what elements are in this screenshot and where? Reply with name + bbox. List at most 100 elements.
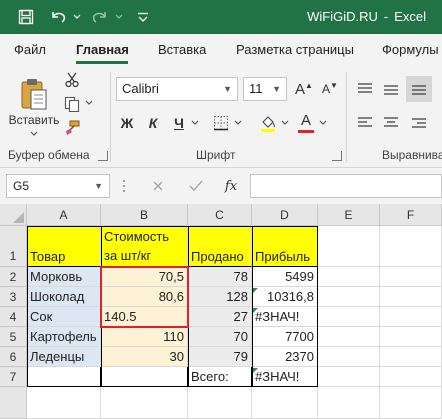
cell-b7[interactable] xyxy=(101,367,188,387)
cell-f4[interactable] xyxy=(380,307,442,327)
align-left-icon[interactable] xyxy=(354,112,376,134)
cell-b5[interactable]: 110 xyxy=(101,327,188,347)
cell-b3[interactable]: 80,6 xyxy=(101,287,188,307)
cell-f5[interactable] xyxy=(380,327,442,347)
align-right-icon[interactable] xyxy=(406,112,432,136)
cell-d1[interactable]: Прибыль xyxy=(252,226,318,267)
font-color-button[interactable]: A xyxy=(295,110,317,136)
cell-e3[interactable] xyxy=(318,287,380,307)
align-top-icon[interactable] xyxy=(354,78,376,100)
cell-c1[interactable]: Продано xyxy=(188,226,252,267)
fill-color-dropdown-icon[interactable] xyxy=(280,118,290,128)
fill-color-icon[interactable] xyxy=(257,112,279,134)
column-header-f[interactable]: F xyxy=(380,204,442,226)
cell-c3[interactable]: 128 xyxy=(188,287,252,307)
redo-dropdown-icon[interactable] xyxy=(113,0,125,34)
error-indicator-icon[interactable] xyxy=(253,308,258,313)
underline-dropdown-icon[interactable] xyxy=(190,118,200,128)
cell-e2[interactable] xyxy=(318,267,380,287)
cell-f8[interactable] xyxy=(380,387,442,419)
cell-b4[interactable]: 140.5 xyxy=(101,307,188,327)
cell-a2[interactable]: Морковь xyxy=(27,267,101,287)
cell-c6[interactable]: 79 xyxy=(188,347,252,367)
undo-icon[interactable] xyxy=(46,0,70,34)
cell-d2[interactable]: 5499 xyxy=(252,267,318,287)
cell-a4[interactable]: Сок xyxy=(27,307,101,327)
cell-b2[interactable]: 70,5 xyxy=(101,267,188,287)
error-indicator-icon[interactable] xyxy=(253,368,258,373)
cell-d3[interactable]: 10316,8 xyxy=(252,287,318,307)
formula-bar-grip-icon[interactable] xyxy=(122,178,126,194)
bold-button[interactable]: Ж xyxy=(116,112,138,134)
italic-button[interactable]: К xyxy=(142,112,164,134)
tab-insert[interactable]: Вставка xyxy=(158,42,206,57)
column-header-c[interactable]: C xyxy=(188,204,252,226)
row-header-1[interactable]: 1 xyxy=(0,226,27,267)
cell-c7[interactable]: Всего: xyxy=(188,367,252,387)
select-all-corner[interactable] xyxy=(0,204,27,226)
cell-e7[interactable] xyxy=(318,367,380,387)
undo-dropdown-icon[interactable] xyxy=(71,0,83,34)
tab-page-layout[interactable]: Разметка страницы xyxy=(236,42,354,57)
borders-icon[interactable] xyxy=(210,112,232,134)
confirm-entry-icon[interactable] xyxy=(186,176,206,196)
name-box[interactable]: G5 ▼ xyxy=(6,174,110,198)
redo-icon[interactable] xyxy=(88,0,112,34)
save-icon[interactable] xyxy=(14,0,38,34)
cell-d4[interactable]: #ЗНАЧ! xyxy=(252,307,318,327)
decrease-font-button[interactable]: A ▼ xyxy=(319,77,341,101)
row-header-3[interactable]: 3 xyxy=(0,287,27,307)
cell-e1[interactable] xyxy=(318,226,380,267)
formula-input[interactable] xyxy=(250,174,442,198)
cell-e8[interactable] xyxy=(318,387,380,419)
cell-f3[interactable] xyxy=(380,287,442,307)
customize-toolbar-icon[interactable] xyxy=(131,0,155,34)
font-size-select[interactable]: 11 ▼ xyxy=(243,77,287,101)
cancel-entry-icon[interactable] xyxy=(148,176,168,196)
increase-font-button[interactable]: A ▲ xyxy=(293,77,315,101)
font-launcher-icon[interactable] xyxy=(332,151,342,161)
cell-a7[interactable] xyxy=(27,367,101,387)
cell-c2[interactable]: 78 xyxy=(188,267,252,287)
cut-icon[interactable] xyxy=(62,70,82,90)
cell-a1[interactable]: Товар xyxy=(27,226,101,267)
tab-formulas[interactable]: Формулы xyxy=(382,42,439,57)
tab-home[interactable]: Главная xyxy=(76,42,129,57)
clipboard-launcher-icon[interactable] xyxy=(98,151,108,161)
cell-a8[interactable] xyxy=(27,387,101,419)
cell-c4[interactable]: 27 xyxy=(188,307,252,327)
cell-b6[interactable]: 30 xyxy=(101,347,188,367)
underline-button[interactable]: Ч xyxy=(168,112,190,134)
cell-b1[interactable]: Стоимость за шт/кг xyxy=(101,226,188,267)
column-header-e[interactable]: E xyxy=(318,204,380,226)
copy-icon[interactable] xyxy=(62,94,82,114)
tab-file[interactable]: Файл xyxy=(14,42,46,57)
cell-c5[interactable]: 70 xyxy=(188,327,252,347)
cell-d8[interactable] xyxy=(252,387,318,419)
font-color-dropdown-icon[interactable] xyxy=(318,118,328,128)
cell-c8[interactable] xyxy=(188,387,252,419)
align-center-icon[interactable] xyxy=(380,112,402,134)
insert-function-icon[interactable]: fx xyxy=(220,176,242,196)
cell-e6[interactable] xyxy=(318,347,380,367)
column-header-b[interactable]: B xyxy=(101,204,188,226)
cell-f6[interactable] xyxy=(380,347,442,367)
row-header-4[interactable]: 4 xyxy=(0,307,27,327)
align-bottom-icon[interactable] xyxy=(406,76,432,102)
cell-f1[interactable] xyxy=(380,226,442,267)
cell-f7[interactable] xyxy=(380,367,442,387)
font-name-select[interactable]: Calibri ▼ xyxy=(116,77,238,101)
cell-b8[interactable] xyxy=(101,387,188,419)
row-header-8[interactable] xyxy=(0,387,27,419)
column-header-d[interactable]: D xyxy=(252,204,318,226)
cell-a3[interactable]: Шоколад xyxy=(27,287,101,307)
align-middle-icon[interactable] xyxy=(380,78,402,100)
copy-dropdown-icon[interactable] xyxy=(84,98,94,108)
row-header-6[interactable]: 6 xyxy=(0,347,27,367)
cell-a5[interactable]: Картофель xyxy=(27,327,101,347)
row-header-2[interactable]: 2 xyxy=(0,267,27,287)
row-header-7[interactable]: 7 xyxy=(0,367,27,387)
cell-d5[interactable]: 7700 xyxy=(252,327,318,347)
column-header-a[interactable]: A xyxy=(27,204,101,226)
cell-d6[interactable]: 2370 xyxy=(252,347,318,367)
